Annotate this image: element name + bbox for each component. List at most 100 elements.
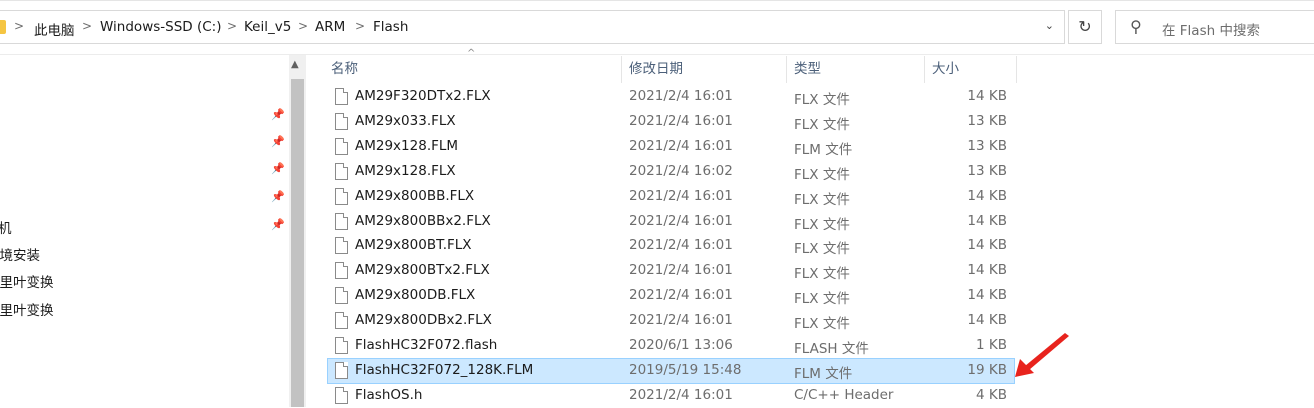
refresh-button[interactable]: ↻ [1068,10,1102,44]
file-name[interactable]: AM29x033.FLX [355,113,456,129]
file-type: FLM 文件 [794,365,853,382]
chevron-right-icon[interactable]: > [298,19,308,33]
chevron-right-icon[interactable]: > [82,19,92,33]
file-size: 14 KB [967,88,1007,104]
file-name[interactable]: FlashOS.h [355,387,422,403]
column-divider[interactable] [621,56,622,83]
file-type: FLX 文件 [794,266,850,283]
file-date: 2021/2/4 16:01 [629,212,733,229]
pin-icon[interactable]: 📌 [271,163,285,175]
column-divider[interactable] [786,56,787,83]
file-date: 2021/2/4 16:02 [629,162,733,179]
table-row[interactable]: AM29x800BT.FLX 2021/2/4 16:01 FLX 文件 14 KB [328,234,1014,258]
file-date: 2021/2/4 16:01 [629,237,733,254]
file-size: 14 KB [967,212,1007,229]
column-divider[interactable] [924,56,925,83]
pin-icon[interactable]: 📌 [271,191,285,203]
file-icon [335,237,348,255]
table-row[interactable]: AM29x800DBx2.FLX 2021/2/4 16:01 FLX 文件 14 K… [328,309,1014,333]
table-row[interactable]: AM29x800BB.FLX 2021/2/4 16:01 FLX 文件 14 KB [328,185,1014,209]
top-border [0,0,1314,1]
file-size: 13 KB [967,162,1007,179]
navigation-pane: 📌 📌 📌 📌 📌 机 环境安装 傅里叶变换 傅里叶变换 [0,55,289,407]
file-size: 14 KB [967,262,1007,279]
file-date: 2021/2/4 16:01 [629,312,733,329]
table-row[interactable]: AM29x800BTx2.FLX 2021/2/4 16:01 FLX 文件 14 K… [328,259,1014,283]
file-size: 19 KB [967,361,1007,378]
column-header-type[interactable]: 类型 [794,56,821,83]
file-name[interactable]: FlashHC32F072.flash [355,337,497,353]
table-row[interactable]: FlashHC32F072.flash 2020/6/1 13:06 FLASH 文… [328,334,1014,358]
chevron-right-icon[interactable]: > [227,19,237,33]
breadcrumb-drive[interactable]: Windows-SSD (C:) [100,19,221,35]
file-date: 2021/2/4 16:01 [629,88,733,104]
file-icon [335,187,348,205]
file-type: FLASH 文件 [794,341,869,357]
table-row[interactable]: AM29x800BBx2.FLX 2021/2/4 16:01 FLX 文件 14 K… [328,210,1014,234]
file-icon [335,112,348,130]
file-size: 14 KB [967,287,1007,304]
file-type: FLX 文件 [794,316,850,333]
pin-icon[interactable]: 📌 [271,219,285,231]
table-row[interactable]: AM29x128.FLM 2021/2/4 16:01 FLM 文件 13 KB [328,135,1014,159]
file-size: 13 KB [967,137,1007,154]
file-name[interactable]: AM29x128.FLX [355,163,456,179]
column-divider[interactable] [1016,56,1017,83]
sidebar-item-4[interactable]: 傅里叶变换 [0,299,54,319]
sidebar-item-3[interactable]: 傅里叶变换 [0,271,54,291]
file-name[interactable]: AM29x128.FLM [355,138,458,154]
scroll-up-icon[interactable]: ▲ [291,59,299,70]
file-type: C/C++ Header [794,386,894,403]
table-row[interactable]: AM29x033.FLX 2021/2/4 16:01 FLX 文件 13 KB [328,110,1014,134]
file-type: FLX 文件 [794,116,850,133]
table-row[interactable]: FlashHC32F072_128K.FLM 2019/5/19 15:48 FLM… [327,357,1015,384]
file-name[interactable]: FlashHC32F072_128K.FLM [355,362,533,378]
file-icon [335,337,348,354]
nav-scrollbar[interactable]: ▲ [289,55,306,407]
file-icon [335,212,348,230]
chevron-right-icon[interactable]: > [14,19,24,33]
search-icon: ⚲ [1130,17,1142,36]
pin-icon[interactable]: 📌 [271,109,285,121]
annotation-arrow [1015,333,1069,377]
folder-icon [0,20,6,34]
breadcrumb-arm[interactable]: ARM [315,19,345,35]
column-header-name[interactable]: 名称 [331,56,358,83]
search-box[interactable]: ⚲ 在 Flash 中搜索 [1115,10,1314,44]
file-date: 2021/2/4 16:01 [629,287,733,304]
sort-caret-icon: ^ [467,48,476,59]
table-row[interactable]: FlashOS.h 2021/2/4 16:01 C/C++ Header 4 KB [328,384,1014,408]
file-name[interactable]: AM29x800DBx2.FLX [355,312,492,328]
file-icon [335,88,348,105]
breadcrumb-flash[interactable]: Flash [373,19,408,35]
file-name[interactable]: AM29x800BTx2.FLX [355,262,490,278]
file-date: 2020/6/1 13:06 [629,337,733,353]
file-size: 14 KB [967,312,1007,329]
column-header-date[interactable]: 修改日期 [629,56,683,83]
chevron-down-icon[interactable]: ⌄ [1045,19,1054,32]
file-size: 13 KB [967,112,1007,129]
sidebar-item-2[interactable]: 环境安装 [0,244,40,264]
file-name[interactable]: AM29x800BT.FLX [355,237,472,253]
file-date: 2021/2/4 16:01 [629,112,733,129]
search-input[interactable]: 在 Flash 中搜索 [1162,19,1260,39]
file-name[interactable]: AM29x800BB.FLX [355,188,474,204]
chevron-right-icon[interactable]: > [355,19,365,33]
file-size: 4 KB [976,386,1007,403]
file-name[interactable]: AM29x800DB.FLX [355,287,475,303]
table-row[interactable]: AM29F320DTx2.FLX 2021/2/4 16:01 FLX 文件 14 K… [328,85,1014,109]
column-header-size[interactable]: 大小 [932,56,959,83]
pin-icon[interactable]: 📌 [271,136,285,148]
file-name[interactable]: AM29F320DTx2.FLX [355,88,491,104]
file-icon [335,162,348,180]
table-row[interactable]: AM29x128.FLX 2021/2/4 16:02 FLX 文件 13 KB [328,160,1014,184]
breadcrumb-keil[interactable]: Keil_v5 [244,19,291,35]
file-date: 2021/2/4 16:01 [629,386,733,403]
table-row[interactable]: AM29x800DB.FLX 2021/2/4 16:01 FLX 文件 14 KB [328,284,1014,308]
scrollbar-thumb[interactable] [291,79,304,407]
sidebar-item-1[interactable]: 机 [0,217,12,237]
file-name[interactable]: AM29x800BBx2.FLX [355,213,491,229]
address-bar[interactable]: > 此电脑 > Windows-SSD (C:) > Keil_v5 > ARM… [0,10,1065,44]
breadcrumb-this-pc[interactable]: 此电脑 [34,19,75,39]
refresh-icon: ↻ [1078,17,1092,36]
